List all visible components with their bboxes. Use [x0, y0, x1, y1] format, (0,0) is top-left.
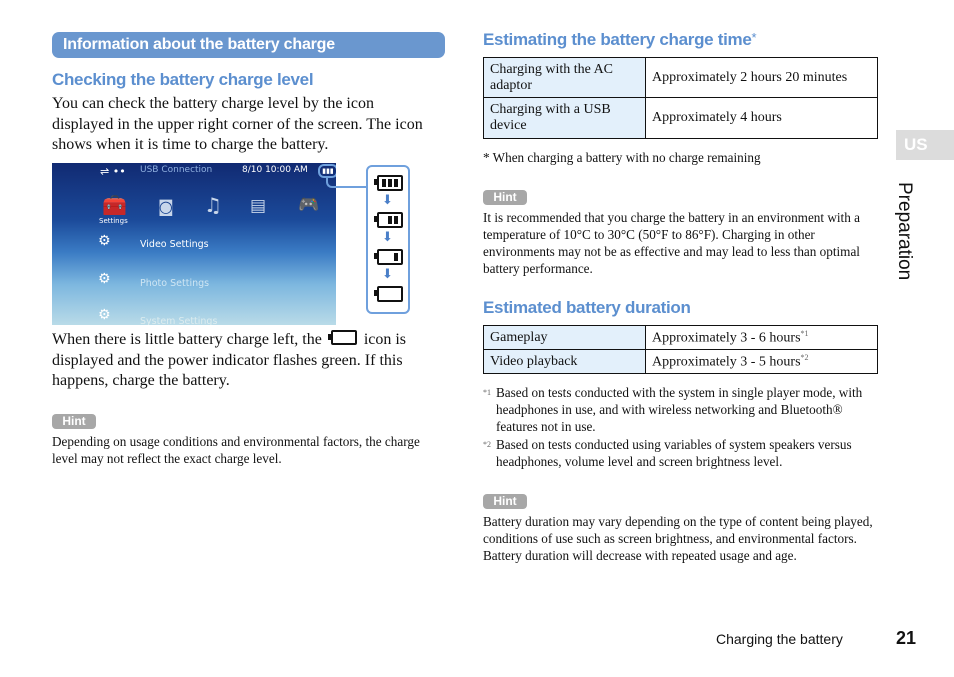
- photo-icon: ◙: [158, 197, 174, 216]
- footnote-asterisk: *: [751, 30, 757, 45]
- table-row: Charging with a USB device Approximately…: [483, 97, 878, 139]
- game-icon: 🎮: [298, 195, 320, 215]
- menu-item-system-settings: System Settings: [140, 316, 218, 325]
- footnote-ref: *2: [800, 352, 809, 362]
- battery-duration-table: Gameplay Approximately 3 - 6 hours*1 Vid…: [483, 325, 878, 374]
- usage-type-cell: Gameplay: [483, 325, 646, 350]
- hint-badge: Hint: [483, 190, 527, 205]
- arrow-down-icon: ⬇: [382, 229, 393, 244]
- datetime-label: 8/10 10:00 AM: [242, 165, 308, 175]
- battery-levels-legend: ⬇ ⬇ ⬇: [366, 165, 410, 314]
- usb-connection-label: USB Connection: [140, 165, 213, 175]
- usb-icon: ⇌ ••: [100, 165, 126, 178]
- footnote-1-mark: *1: [483, 388, 491, 397]
- duration-cell: Approximately 3 - 6 hours*1: [645, 325, 878, 350]
- footer-section-title: Charging the battery: [716, 631, 843, 647]
- footnote-2-mark: *2: [483, 440, 491, 449]
- charge-time-footnote: * When charging a battery with no charge…: [483, 150, 761, 165]
- chapter-label: Preparation: [894, 182, 915, 281]
- duration-cell: Approximately 3 - 5 hours*2: [645, 349, 878, 374]
- intro-paragraph: You can check the battery charge level b…: [52, 95, 423, 153]
- table-row: Gameplay Approximately 3 - 6 hours*1: [483, 325, 878, 350]
- empty-battery-inline-icon: [327, 330, 357, 345]
- arrow-down-icon: ⬇: [382, 266, 393, 281]
- settings-category-label: Settings: [99, 217, 128, 225]
- video-settings-icon: ⚙: [98, 233, 111, 249]
- usage-type-cell: Video playback: [483, 349, 646, 374]
- footnote-1: *1 Based on tests conducted with the syst…: [483, 384, 883, 435]
- menu-item-video-settings: Video Settings: [140, 239, 209, 250]
- hint-badge: Hint: [52, 414, 96, 429]
- footnote-ref: *1: [800, 328, 809, 338]
- heading-charge-time: Estimating the battery charge time*: [483, 30, 757, 50]
- hint-text-duration: Battery duration may vary depending on t…: [483, 514, 873, 563]
- heading-battery-duration: Estimated battery duration: [483, 298, 691, 317]
- table-row: Video playback Approximately 3 - 5 hours…: [483, 349, 878, 374]
- charge-time-cell: Approximately 4 hours: [645, 97, 878, 139]
- table-row: Charging with the AC adaptor Approximate…: [483, 57, 878, 98]
- charge-method-cell: Charging with the AC adaptor: [483, 57, 646, 98]
- footnote-1-text: Based on tests conducted with the system…: [496, 385, 863, 434]
- menu-item-photo-settings: Photo Settings: [140, 278, 210, 289]
- footnote-2-text: Based on tests conducted using variables…: [496, 437, 852, 469]
- battery-one-third-icon: [374, 249, 403, 265]
- battery-two-thirds-icon: [374, 212, 403, 228]
- psp-screen-illustration: ⇌ •• USB Connection 8/10 10:00 AM ▮▮▮ 🧰 …: [52, 163, 336, 325]
- hint-text-temperature: It is recommended that you charge the ba…: [483, 210, 860, 276]
- video-icon: ▤: [250, 196, 267, 216]
- duration-value: Approximately 3 - 5 hours: [652, 354, 801, 370]
- footnote-2: *2 Based on tests conducted using variabl…: [483, 436, 883, 470]
- photo-settings-icon: ⚙: [98, 271, 111, 287]
- charge-method-cell: Charging with a USB device: [483, 97, 646, 139]
- battery-full-icon: [374, 175, 403, 191]
- system-settings-icon: ⚙: [98, 307, 111, 323]
- battery-empty-icon: [374, 286, 403, 302]
- duration-value: Approximately 3 - 6 hours: [652, 330, 801, 346]
- region-tab: US: [896, 130, 954, 160]
- low-battery-text-start: When there is little battery charge left…: [52, 331, 322, 348]
- settings-toolbox-icon: 🧰: [102, 193, 127, 217]
- page-number: 21: [896, 628, 917, 648]
- heading-charge-time-text: Estimating the battery charge time: [483, 30, 752, 49]
- hint-text-charge-level: Depending on usage conditions and enviro…: [52, 434, 420, 466]
- charge-time-table: Charging with the AC adaptor Approximate…: [483, 57, 878, 139]
- section-title-bar: Information about the battery charge: [52, 32, 445, 58]
- music-icon: ♫: [204, 193, 222, 217]
- heading-checking-charge: Checking the battery charge level: [52, 70, 314, 89]
- charge-time-cell: Approximately 2 hours 20 minutes: [645, 57, 878, 98]
- hint-badge: Hint: [483, 494, 527, 509]
- callout-connector: [326, 176, 370, 188]
- low-battery-paragraph: When there is little battery charge left…: [52, 330, 432, 392]
- arrow-down-icon: ⬇: [382, 192, 393, 207]
